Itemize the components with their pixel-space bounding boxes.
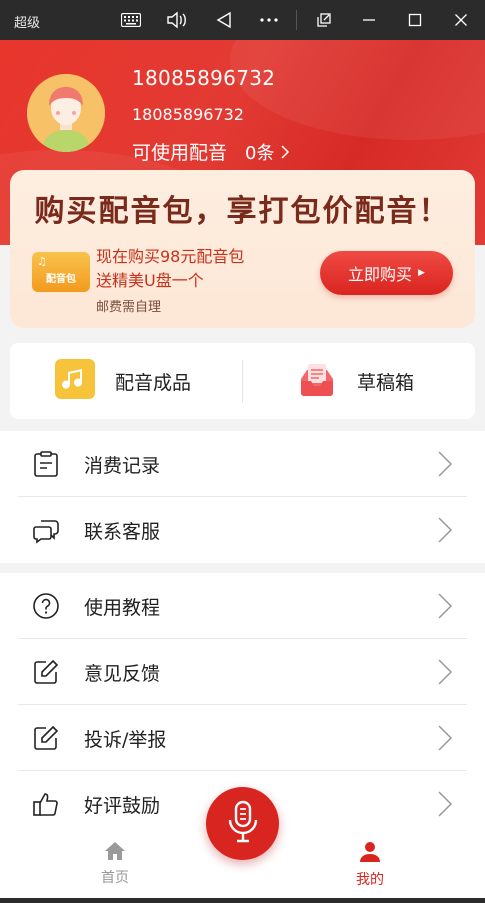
finished-dubbing-shortcut[interactable]: 配音成品 (55, 343, 191, 419)
menu-label: 投诉/举报 (84, 728, 167, 751)
account-number: 18085896732 (132, 105, 244, 124)
caret-right-icon: ▶ (418, 268, 425, 278)
menu-group-account: 消费记录 联系客服 (0, 431, 485, 563)
menu-item-tutorial[interactable]: 使用教程 (0, 573, 485, 639)
chevron-right-icon (436, 592, 454, 624)
minimize-icon[interactable] (357, 8, 381, 32)
header-decoration (230, 40, 485, 140)
chevron-right-icon (436, 516, 454, 548)
promo-card: 购买配音包，享打包价配音！ ♫ 配音包 现在购买98元配音包 送精美U盘一个 邮… (10, 170, 475, 328)
edit-icon (32, 724, 60, 752)
microphone-icon (227, 800, 259, 848)
promo-shipping-note: 邮费需自理 (96, 300, 162, 315)
more-icon[interactable] (257, 8, 281, 32)
person-icon (359, 842, 381, 867)
chevron-right-icon (436, 658, 454, 690)
drafts-label: 草稿箱 (357, 371, 415, 394)
menu-label: 好评鼓励 (84, 794, 161, 817)
music-note-icon: ♫ (37, 255, 47, 268)
volume-icon[interactable] (165, 8, 189, 32)
menu-item-purchase-records[interactable]: 消费记录 (0, 431, 485, 497)
shortcut-card: 配音成品 草稿箱 (10, 343, 475, 419)
edit-icon (32, 658, 60, 686)
chevron-right-icon (280, 144, 290, 160)
promo-offer-line: 现在购买98元配音包 (96, 247, 245, 266)
close-icon[interactable] (449, 8, 473, 32)
clipboard-icon (32, 450, 60, 478)
nav-home-label: 首页 (101, 870, 129, 886)
available-label: 可使用配音 (132, 142, 228, 164)
menu-item-contact-support[interactable]: 联系客服 (0, 497, 485, 563)
chevron-right-icon (436, 790, 454, 822)
back-triangle-icon[interactable] (212, 8, 236, 32)
drafts-shortcut[interactable]: 草稿箱 (297, 343, 414, 419)
question-circle-icon (32, 592, 60, 620)
promo-headline: 购买配音包，享打包价配音！ (34, 194, 451, 229)
menu-label: 联系客服 (84, 520, 161, 543)
menu-item-report[interactable]: 投诉/举报 (0, 705, 485, 771)
window-titlebar: 超级 (0, 0, 485, 40)
chevron-right-icon (436, 450, 454, 482)
finished-dubbing-label: 配音成品 (115, 371, 192, 394)
draft-tray-icon (297, 359, 337, 403)
menu-label: 意见反馈 (84, 662, 161, 685)
badge-text: 配音包 (46, 273, 76, 285)
promo-gift-line: 送精美U盘一个 (96, 271, 204, 290)
menu-label: 消费记录 (84, 454, 161, 477)
popout-icon[interactable] (312, 8, 336, 32)
thumbs-up-icon (32, 790, 60, 818)
available-dubbing-row[interactable]: 可使用配音 0条 (132, 138, 290, 165)
nav-mine-label: 我的 (356, 872, 384, 888)
available-count: 0条 (245, 142, 275, 164)
menu-item-feedback[interactable]: 意见反馈 (0, 639, 485, 705)
home-icon (104, 842, 126, 865)
maximize-icon[interactable] (403, 8, 427, 32)
titlebar-separator (296, 10, 297, 30)
keyboard-icon[interactable] (119, 8, 143, 32)
record-mic-button[interactable] (206, 787, 279, 860)
window-title: 超级 (14, 16, 41, 31)
avatar[interactable] (27, 74, 105, 152)
window-bottom-border (0, 898, 485, 903)
buy-now-label: 立即购买 (348, 265, 413, 284)
shortcut-divider (242, 360, 243, 402)
menu-label: 使用教程 (84, 596, 161, 619)
chat-bubbles-icon (32, 516, 60, 544)
chevron-right-icon (436, 724, 454, 756)
display-name: 18085896732 (132, 66, 276, 90)
music-note-icon (55, 359, 95, 403)
nav-tab-home[interactable]: 首页 (82, 841, 148, 887)
nav-tab-mine[interactable]: 我的 (337, 841, 403, 889)
voice-pack-badge: ♫ 配音包 (32, 252, 90, 292)
buy-now-button[interactable]: 立即购买 ▶ (320, 251, 453, 295)
